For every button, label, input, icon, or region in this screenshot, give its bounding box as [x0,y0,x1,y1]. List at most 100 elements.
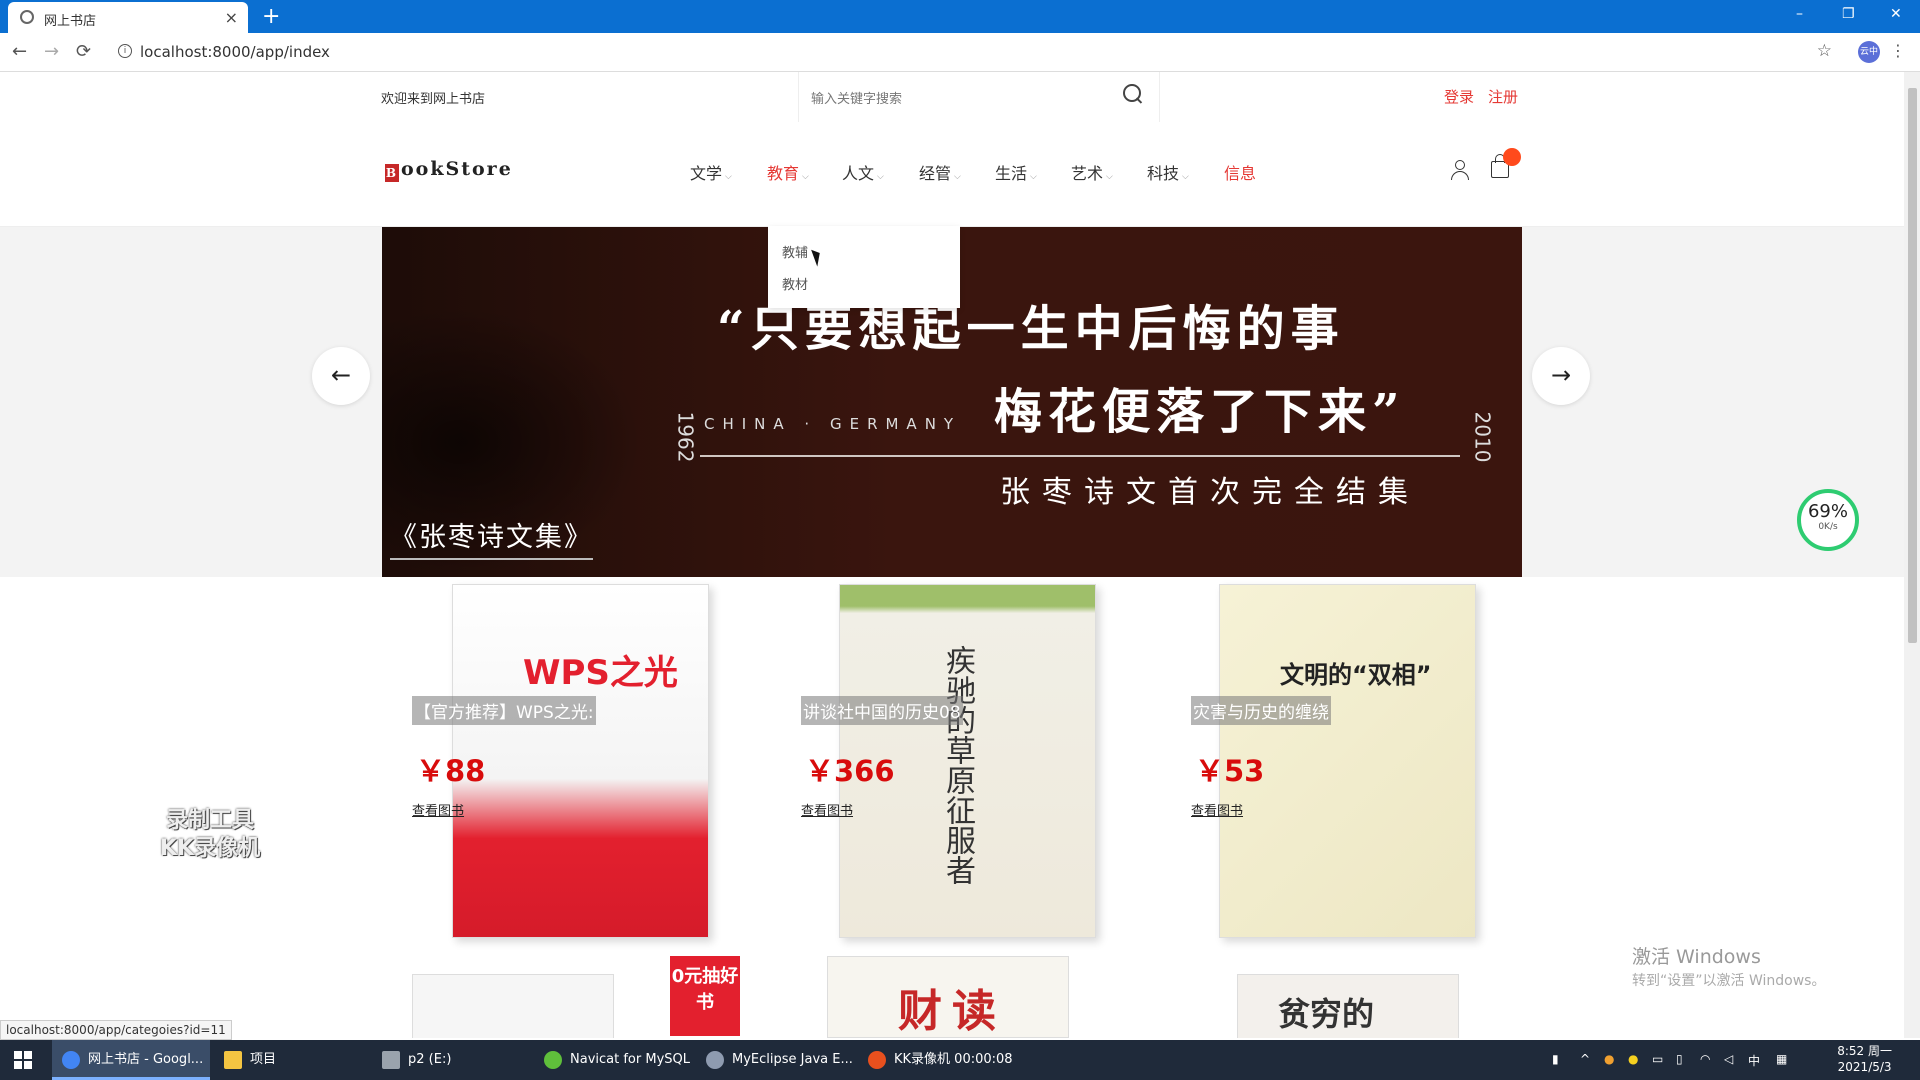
search-icon[interactable] [1123,84,1141,102]
banner-subtitle: 张枣诗文首次完全结集 [1000,475,1420,510]
windows-start-icon[interactable] [14,1051,32,1069]
logo-mark: B [385,164,399,182]
banner-year-end: 2010 [1470,411,1495,463]
product-card-row2[interactable]: 贫穷的 [1237,956,1459,1038]
reload-icon[interactable]: ⟳ [76,41,91,62]
navicat-icon [544,1051,562,1069]
education-dropdown: 教辅 教材 [768,226,960,308]
browser-tab[interactable]: 网上书店 × [8,2,248,33]
tray-volume-icon[interactable]: ◁ [1724,1052,1733,1066]
product-card[interactable]: 疾驰的草原征服者 讲谈社中国的历史08 ￥366 查看图书 [801,584,1181,944]
scrollbar-thumb[interactable] [1908,88,1917,643]
user-icon[interactable] [1451,160,1469,180]
close-window-icon[interactable]: ✕ [1890,6,1902,22]
product-card[interactable]: 文明的“双相” 灾害与历史的缠绕 ￥53 查看图书 [1191,584,1571,944]
chrome-icon [62,1051,80,1069]
recorder-watermark: 录制工具 KK录像机 [160,808,261,861]
welcome-text: 欢迎来到网上书店 [381,92,486,107]
status-url: localhost:8000/app/categoies?id=11 [0,1020,232,1040]
tray-network-icon[interactable]: ▭ [1652,1052,1663,1066]
top-strip: 欢迎来到网上书店 输入关键字搜索 登录 注册 [0,72,1904,122]
menu-kebab-icon[interactable]: ⋮ [1890,41,1906,60]
network-speed-widget[interactable]: 69% 0K/s [1797,489,1859,551]
nav-item-business[interactable]: 经管 ⌵ [919,160,961,184]
web-page: 欢迎来到网上书店 输入关键字搜索 登录 注册 BookStore 文学 ⌵ 教育 ⌵… [0,72,1904,1038]
taskbar-item-chrome[interactable]: 网上书店 - Googl... [52,1040,210,1080]
site-header: BookStore 文学 ⌵ 教育 ⌵ 人文 ⌵ 经管 ⌵ 生活 ⌵ 艺术 ⌵ 科技 ⌵ 信息 [0,122,1904,227]
login-link[interactable]: 登录 [1444,86,1474,107]
nav-item-info[interactable]: 信息 [1224,160,1256,184]
carousel-next-button[interactable]: → [1532,347,1590,405]
clock-date: 2021/5/3 [1837,1060,1892,1074]
dropdown-item-textbook[interactable]: 教材 [782,274,808,293]
book-cover[interactable]: 财读 [827,956,1069,1038]
close-tab-icon[interactable]: × [225,8,238,27]
page-scrollbar[interactable] [1904,72,1920,1038]
dropdown-item-tutoring[interactable]: 教辅 [782,242,808,261]
carousel-prev-button[interactable]: ← [312,347,370,405]
nav-item-literature[interactable]: 文学 ⌵ [690,160,732,184]
view-book-link[interactable]: 查看图书 [1191,800,1243,819]
product-card-row2[interactable]: 财读 [827,956,1077,1038]
tray-chevron-icon[interactable]: ^ [1580,1052,1590,1066]
taskbar-item-kk-recorder[interactable]: KK录像机 00:00:08 [858,1040,1044,1080]
view-book-link[interactable]: 查看图书 [412,800,464,819]
book-cover[interactable]: 贫穷的 [1237,974,1459,1038]
tray-notify-icon[interactable]: ▯ [1676,1052,1683,1066]
nav-item-humanities[interactable]: 人文 ⌵ [842,160,884,184]
book-cover[interactable] [412,974,614,1038]
banner-quote-line2: 梅花便落了下来” [994,384,1406,440]
product-name: 灾害与历史的缠绕 [1191,696,1331,725]
site-logo[interactable]: BookStore [385,158,513,182]
url-field[interactable]: localhost:8000/app/index [140,43,330,61]
promo-badge[interactable]: 0元抽好书 [670,956,740,1036]
tray-ime-indicator[interactable]: 中 [1748,1052,1760,1069]
bookmark-star-icon[interactable]: ☆ [1817,41,1832,61]
register-link[interactable]: 注册 [1488,86,1518,107]
tray-app-icon[interactable]: ● [1604,1052,1614,1066]
browser-tab-bar: 网上书店 × + – ❐ ✕ [0,0,1920,33]
address-bar: ← → ⟳ i localhost:8000/app/index ☆ 云中 ⋮ [0,33,1920,72]
info-icon[interactable]: i [118,44,132,58]
nav-item-life[interactable]: 生活 ⌵ [995,160,1037,184]
minimize-icon[interactable]: – [1796,6,1803,22]
search-input[interactable]: 输入关键字搜索 [811,88,902,107]
profile-avatar[interactable]: 云中 [1858,41,1880,63]
back-icon[interactable]: ← [12,41,27,62]
taskbar-clock[interactable]: 8:52 周一 2021/5/3 [1837,1043,1892,1075]
tray-battery-icon[interactable]: ▮ [1552,1052,1559,1066]
tray-wifi-icon[interactable]: ◠ [1700,1052,1710,1066]
nav-item-art[interactable]: 艺术 ⌵ [1071,160,1113,184]
nav-item-tech[interactable]: 科技 ⌵ [1147,160,1189,184]
activate-windows-title: 激活 Windows [1632,946,1761,968]
product-card[interactable]: WPS之光 【官方推荐】WPS之光: ￥88 查看图书 [412,584,792,944]
search-box[interactable]: 输入关键字搜索 [798,72,1160,122]
product-card-row2[interactable]: 0元抽好书 [412,956,742,1038]
activate-windows-sub: 转到“设置”以激活 Windows。 [1632,973,1826,989]
taskbar-item-drive[interactable]: p2 (E:) [372,1040,558,1080]
product-name: 讲谈社中国的历史08 [801,696,963,725]
forward-icon[interactable]: → [44,41,59,62]
speed-rate: 0K/s [1818,522,1838,532]
product-name: 【官方推荐】WPS之光: [412,696,596,725]
new-tab-button[interactable]: + [262,4,280,29]
myeclipse-icon [706,1051,724,1069]
tray-keyboard-icon[interactable]: ▦ [1776,1052,1787,1066]
view-book-link[interactable]: 查看图书 [801,800,853,819]
product-grid: WPS之光 【官方推荐】WPS之光: ￥88 查看图书 疾驰的草原征服者 讲谈社… [0,584,1904,1038]
nav-item-education[interactable]: 教育 ⌵ [767,160,809,184]
folder-icon [224,1051,242,1069]
restore-icon[interactable]: ❐ [1842,6,1855,22]
tab-title: 网上书店 [44,14,97,29]
book-cover[interactable]: WPS之光 [452,584,709,938]
product-price: ￥53 [1195,754,1265,788]
kk-recorder-icon [868,1051,886,1069]
cart-badge [1503,148,1521,166]
banner-country-text: CHINA · GERMANY [704,415,962,433]
globe-icon [20,10,34,24]
clock-time: 8:52 周一 [1837,1044,1892,1058]
banner-divider [700,455,1460,457]
windows-taskbar: 网上书店 - Googl... 项目 p2 (E:) Navicat for M… [0,1040,1920,1080]
tray-app2-icon[interactable]: ● [1628,1052,1638,1066]
logo-text: ookStore [401,158,513,180]
